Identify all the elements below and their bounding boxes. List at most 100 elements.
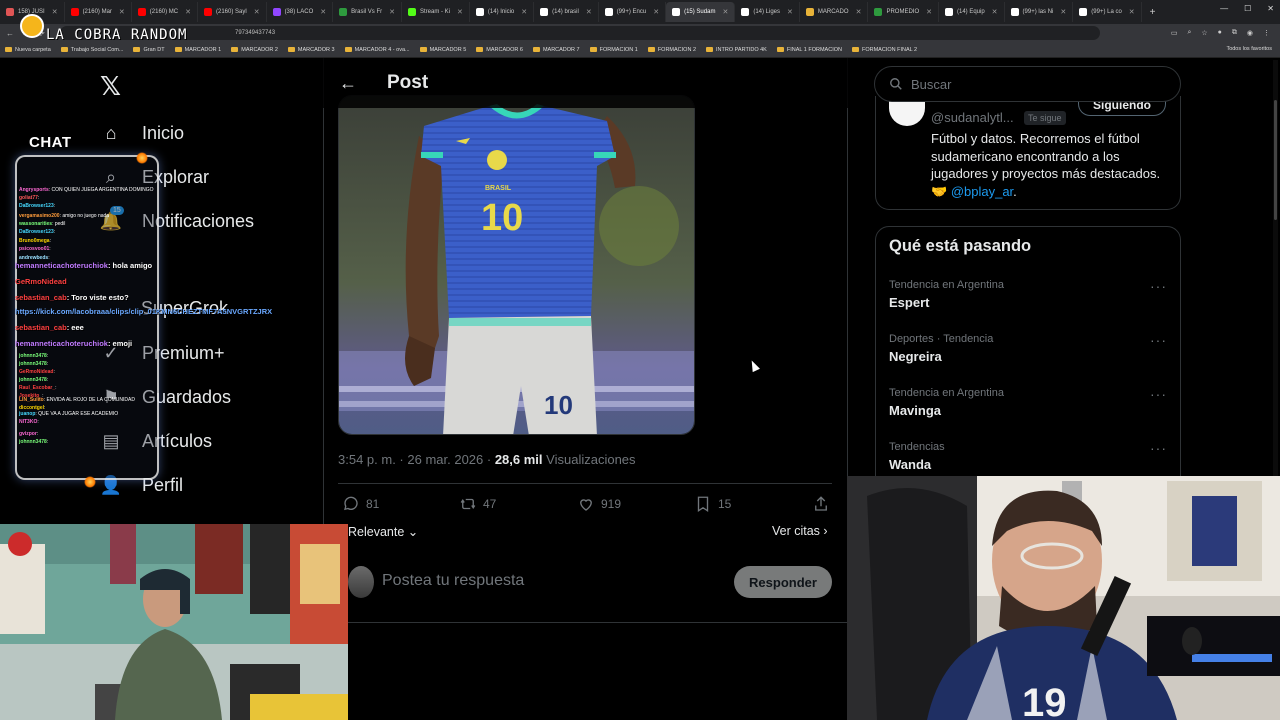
- zoom-icon[interactable]: ⌕: [1187, 29, 1191, 37]
- share-action[interactable]: [812, 495, 830, 513]
- browser-tab[interactable]: Stream - Ki ✕: [402, 2, 470, 22]
- tab-close-icon[interactable]: ✕: [320, 8, 326, 16]
- tab-close-icon[interactable]: ✕: [457, 8, 463, 16]
- url-field[interactable]: 797349437743: [60, 26, 1100, 40]
- trend-name[interactable]: Negreira: [889, 349, 942, 364]
- tab-close-icon[interactable]: ✕: [586, 8, 592, 16]
- trend-meta: Deportes · Tendencia: [889, 333, 994, 345]
- repost-action[interactable]: 47: [459, 495, 496, 513]
- tab-close-icon[interactable]: ✕: [254, 8, 260, 16]
- browser-tab[interactable]: (99+) La co ✕: [1073, 2, 1142, 22]
- bookmark-item[interactable]: MARCADOR 2: [226, 47, 283, 53]
- browser-tab[interactable]: (99+) Encu ✕: [599, 2, 667, 22]
- cast-icon[interactable]: ▭: [1171, 29, 1178, 37]
- browser-tab[interactable]: (2160) Mar ✕: [65, 2, 132, 22]
- search-input[interactable]: Buscar: [874, 66, 1181, 102]
- profile-handle[interactable]: @sudanalytl...: [931, 110, 1014, 125]
- tab-close-icon[interactable]: ✕: [1129, 8, 1135, 16]
- bookmark-item[interactable]: FORMACION 1: [585, 47, 643, 53]
- x-logo-icon[interactable]: 𝕏: [100, 72, 121, 102]
- chat-message: LIN_Sulito: ENVIDA AL ROJO DE LA COMUNID…: [19, 397, 135, 403]
- browser-tab[interactable]: (14) Liges ✕: [735, 2, 800, 22]
- bookmark-item[interactable]: MARCADOR 3: [283, 47, 340, 53]
- bookmark-item[interactable]: FORMACION 2: [643, 47, 701, 53]
- trend-name[interactable]: Mavinga: [889, 403, 941, 418]
- more-options-icon[interactable]: ···: [1150, 278, 1167, 294]
- more-options-icon[interactable]: ···: [1150, 440, 1167, 456]
- close-window-icon[interactable]: ✕: [1267, 4, 1274, 13]
- reply-action[interactable]: 81: [342, 495, 379, 513]
- star-icon[interactable]: ☆: [1201, 29, 1207, 37]
- bookmark-item[interactable]: FORMACION FINAL 2: [847, 47, 922, 53]
- back-arrow-icon[interactable]: ←: [339, 73, 359, 94]
- reply-button[interactable]: Responder: [734, 566, 832, 598]
- browser-tab[interactable]: MARCADO ✕: [800, 2, 869, 22]
- trend-name[interactable]: Wanda: [889, 457, 931, 472]
- all-bookmarks[interactable]: Todos los favoritos: [1226, 46, 1272, 52]
- browser-tab[interactable]: (14) Equip ✕: [939, 2, 1005, 22]
- browser-tab[interactable]: (38) LACO ✕: [267, 2, 334, 22]
- browser-tab[interactable]: (14) brasil ✕: [534, 2, 599, 22]
- menu-icon[interactable]: ⋮: [1263, 29, 1270, 37]
- bookmark-item[interactable]: MARCADOR 7: [528, 47, 585, 53]
- browser-tab[interactable]: (15) Sudam ✕: [666, 2, 736, 22]
- view-quotes-link[interactable]: Ver citas ›: [772, 524, 828, 538]
- tab-close-icon[interactable]: ✕: [722, 8, 728, 16]
- more-options-icon[interactable]: ···: [1150, 332, 1167, 348]
- bookmark-item[interactable]: Nueva carpeta: [0, 47, 56, 53]
- browser-tab[interactable]: (2160) MC ✕: [132, 2, 198, 22]
- bookmark-item[interactable]: FINAL 1 FORMACION: [772, 47, 847, 53]
- chat-username: GeRmoNidead: [15, 277, 67, 286]
- tab-close-icon[interactable]: ✕: [926, 8, 932, 16]
- avatar[interactable]: [348, 566, 374, 598]
- trend-name[interactable]: Espert: [889, 295, 929, 310]
- extension-icon[interactable]: ●: [1218, 29, 1222, 37]
- bio-mention-link[interactable]: @bplay_ar: [951, 184, 1013, 199]
- profile-icon[interactable]: ◉: [1247, 29, 1253, 37]
- browser-tab[interactable]: (14) Inicio ✕: [470, 2, 535, 22]
- chat-message: wassonarities: pedil: [19, 221, 65, 227]
- browser-tab[interactable]: (2160) Sayl ✕: [198, 2, 267, 22]
- tab-label: (2160) Sayl: [216, 9, 247, 15]
- extensions-icon[interactable]: ⧉: [1232, 29, 1237, 37]
- new-tab-icon[interactable]: +: [1142, 7, 1164, 18]
- bookmark-label: MARCADOR 2: [241, 46, 278, 53]
- nav-item-inicio[interactable]: ⌂ Inicio: [100, 122, 184, 144]
- tab-favicon-icon: [604, 8, 613, 16]
- tab-close-icon[interactable]: ✕: [856, 8, 862, 16]
- tab-close-icon[interactable]: ✕: [992, 8, 998, 16]
- bookmark-action[interactable]: 15: [694, 495, 731, 513]
- bookmark-item[interactable]: INTRO PARTIDO 4K: [701, 47, 772, 53]
- bookmark-item[interactable]: MARCADOR 5: [415, 47, 472, 53]
- bookmark-item[interactable]: MARCADOR 1: [170, 47, 227, 53]
- browser-tab[interactable]: (99+) las Ni ✕: [1005, 2, 1074, 22]
- back-icon[interactable]: ←: [6, 29, 14, 38]
- post-image[interactable]: BRASIL 10 10: [338, 95, 695, 435]
- like-action[interactable]: 919: [577, 495, 621, 513]
- more-options-icon[interactable]: ···: [1150, 386, 1167, 402]
- tab-close-icon[interactable]: ✕: [1060, 8, 1066, 16]
- tab-close-icon[interactable]: ✕: [787, 8, 793, 16]
- minimize-icon[interactable]: —: [1220, 4, 1228, 13]
- tab-close-icon[interactable]: ✕: [52, 8, 58, 16]
- browser-tab[interactable]: Brasil Vs Fr ✕: [333, 2, 403, 22]
- tab-close-icon[interactable]: ✕: [653, 8, 659, 16]
- bookmark-item[interactable]: Gran DT: [128, 47, 169, 53]
- tab-close-icon[interactable]: ✕: [185, 8, 191, 16]
- sort-dropdown[interactable]: Relevante ⌄: [348, 524, 418, 539]
- reply-input[interactable]: Postea tu respuesta: [382, 572, 524, 590]
- bookmark-item[interactable]: MARCADOR 6: [471, 47, 528, 53]
- scrollbar-thumb[interactable]: [1274, 100, 1277, 220]
- bookmark-item[interactable]: Trabajo Social Com...: [56, 47, 129, 53]
- post-time[interactable]: 3:54 p. m.: [338, 452, 396, 467]
- browser-tab[interactable]: PROMEDIO ✕: [868, 2, 939, 22]
- tab-close-icon[interactable]: ✕: [119, 8, 125, 16]
- tab-close-icon[interactable]: ✕: [389, 8, 395, 16]
- post-header: ← Post: [323, 58, 848, 108]
- chat-username: johnnn3478: [19, 377, 47, 383]
- maximize-icon[interactable]: ☐: [1244, 4, 1251, 13]
- bookmark-item[interactable]: MARCADOR 4 - ova...: [340, 47, 415, 53]
- tab-close-icon[interactable]: ✕: [521, 8, 527, 16]
- chat-text: : pedil: [52, 221, 66, 227]
- post-date[interactable]: 26 mar. 2026: [407, 452, 483, 467]
